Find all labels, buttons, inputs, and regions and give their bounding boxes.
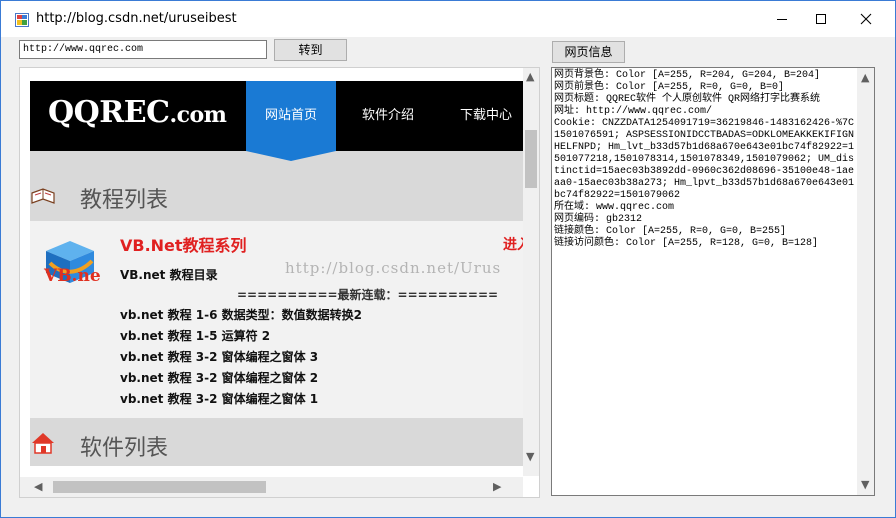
app-window-icon (15, 13, 29, 27)
nav-item-software[interactable]: 软件介绍 (362, 81, 414, 151)
scroll-up-icon[interactable]: ▲ (861, 71, 869, 84)
browser-horizontal-scrollbar[interactable]: ◀ ▶ (20, 477, 523, 497)
app-window: http://blog.csdn.net/uruseibest http://w… (0, 0, 896, 518)
go-button[interactable]: 转到 (274, 39, 347, 61)
maximize-icon (816, 14, 826, 24)
scroll-right-icon[interactable]: ▶ (493, 480, 501, 493)
page-info-textbox[interactable]: 网页背景色: Color [A=255, R=204, G=204, B=204… (551, 67, 875, 496)
svg-text:VB.net: VB.net (43, 266, 100, 286)
vb-tutorial-title[interactable]: VB.Net教程系列 (120, 232, 247, 256)
nav-active-indicator (246, 151, 336, 161)
vb-tutorial-index-link[interactable]: VB.net 教程目录 (120, 266, 218, 283)
vbnet-logo-icon[interactable]: VB.net (40, 237, 100, 289)
web-browser-view[interactable]: QQREC.com 网站首页 软件介绍 下载中心 教程列表 VB.ne VB.N… (19, 67, 540, 498)
tutorial-link[interactable]: vb.net 教程 1-5 运算符 2 (120, 327, 270, 344)
section-heading-tutorials: 教程列表 (80, 188, 169, 213)
tutorial-link[interactable]: vb.net 教程 1-6 数据类型：数值数据转换2 (120, 306, 362, 323)
close-button[interactable] (843, 1, 889, 37)
site-logo[interactable]: QQREC.com (48, 95, 227, 130)
maximize-button[interactable] (798, 1, 844, 37)
window-title: http://blog.csdn.net/uruseibest (36, 11, 237, 26)
scroll-down-icon[interactable]: ▼ (526, 450, 534, 463)
blog-watermark: http://blog.csdn.net/Urus (285, 259, 502, 277)
horizontal-scroll-thumb[interactable] (53, 481, 266, 493)
scroll-left-icon[interactable]: ◀ (34, 480, 42, 493)
page-info-text: 网页背景色: Color [A=255, R=204, G=204, B=204… (554, 70, 855, 249)
vertical-scroll-thumb[interactable] (525, 130, 537, 188)
scroll-up-icon[interactable]: ▲ (526, 70, 534, 83)
home-icon (32, 433, 54, 454)
info-vertical-scrollbar[interactable]: ▲ ▼ (857, 68, 874, 495)
close-icon (860, 13, 872, 25)
minimize-icon (777, 19, 787, 20)
open-book-icon (31, 188, 55, 204)
logo-main-text: QQREC (48, 95, 170, 130)
nav-item-home[interactable]: 网站首页 (246, 81, 336, 151)
tutorial-link[interactable]: vb.net 教程 3-2 窗体编程之窗体 3 (120, 348, 318, 365)
tutorial-panel: VB.net VB.Net教程系列 进入 VB.net 教程目录 =======… (30, 221, 523, 418)
page-info-button[interactable]: 网页信息 (552, 41, 625, 63)
enter-link[interactable]: 进入 (503, 234, 523, 254)
nav-item-downloads[interactable]: 下载中心 (460, 81, 512, 151)
tutorial-link[interactable]: vb.net 教程 3-2 窗体编程之窗体 1 (120, 390, 318, 407)
url-input[interactable]: http://www.qqrec.com (19, 40, 267, 59)
logo-suffix-text: .com (169, 102, 227, 128)
browser-vertical-scrollbar[interactable]: ▲ ▼ (523, 68, 539, 476)
section-heading-software: 软件列表 (80, 436, 169, 461)
site-header: QQREC.com 网站首页 软件介绍 下载中心 (30, 81, 523, 151)
latest-serial-label: ==========最新连载：========== (237, 288, 499, 302)
title-bar[interactable]: http://blog.csdn.net/uruseibest (1, 1, 895, 37)
tutorial-link[interactable]: vb.net 教程 3-2 窗体编程之窗体 2 (120, 369, 318, 386)
scroll-down-icon[interactable]: ▼ (861, 478, 869, 491)
